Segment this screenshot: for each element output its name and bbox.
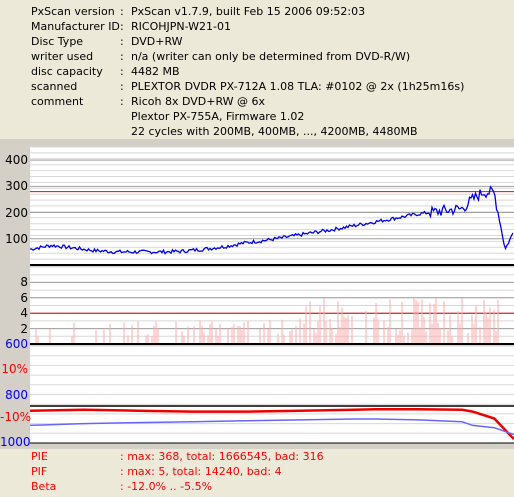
info-label: writer used	[31, 50, 94, 63]
info-separator: :	[120, 20, 124, 33]
info-value: n/a (writer can only be determined from …	[131, 50, 411, 63]
beta-y-tick-label: 1000	[0, 435, 31, 449]
pie-y-tick-label: 300	[5, 179, 28, 194]
pif-y-tick-label: 2	[20, 321, 28, 336]
info-value: DVD+RW	[131, 35, 183, 48]
legend-series-stats: : max: 368, total: 1666545, bad: 316	[120, 450, 324, 463]
beta-y-tick-label: 600	[5, 337, 28, 351]
info-value: PLEXTOR DVDR PX-712A 1.08 TLA: #0102 @ 2…	[131, 80, 465, 93]
info-separator: :	[120, 95, 124, 108]
legend-series-stats: : -12.0% .. -5.5%	[120, 480, 213, 493]
info-separator: :	[120, 80, 124, 93]
info-label: comment	[31, 95, 84, 108]
pie-y-tick-label: 400	[5, 153, 28, 168]
beta-y-tick-label: 800	[5, 388, 28, 402]
info-separator: :	[120, 5, 124, 18]
info-value: PxScan v1.7.9, built Feb 15 2006 09:52:0…	[131, 5, 366, 18]
scan-info-panel: PxScan version: PxScan v1.7.9, built Feb …	[0, 0, 514, 139]
scan-chart-area: 400 300 200 100 8 6 4 2 600 10% 800 -10% 1000	[0, 139, 514, 449]
info-label: Manufacturer ID	[31, 20, 120, 33]
pie-y-tick-label: 200	[5, 205, 28, 220]
legend-series-name: PIF	[31, 465, 48, 478]
info-label: disc capacity	[31, 65, 103, 78]
pif-y-tick-label: 8	[20, 275, 28, 290]
info-label: PxScan version	[31, 5, 115, 18]
legend-series-name: Beta	[31, 480, 57, 493]
info-value: 22 cycles with 200MB, 400MB, ..., 4200MB…	[131, 125, 418, 138]
beta-y-tick-label: -10%	[0, 410, 32, 424]
info-label: scanned	[31, 80, 78, 93]
info-value: Ricoh 8x DVD+RW @ 6x	[131, 95, 266, 108]
pif-y-tick-label: 4	[20, 306, 28, 321]
legend-series-name: PIE	[31, 450, 48, 463]
info-value: Plextor PX-755A, Firmware 1.02	[131, 110, 305, 123]
info-value: RICOHJPN-W21-01	[131, 20, 231, 33]
info-separator: :	[120, 35, 124, 48]
info-separator: :	[120, 50, 124, 63]
info-label: Disc Type	[31, 35, 84, 48]
pif-y-tick-label: 6	[20, 290, 28, 305]
scan-chart-svg	[29, 146, 514, 444]
beta-y-tick-label: 10%	[1, 362, 28, 376]
pie-y-tick-label: 100	[5, 231, 28, 246]
legend-panel: PIE : max: 368, total: 1666545, bad: 316 P…	[0, 449, 514, 497]
info-separator: :	[120, 65, 124, 78]
info-value: 4482 MB	[131, 65, 180, 78]
legend-series-stats: : max: 5, total: 14240, bad: 4	[120, 465, 282, 478]
